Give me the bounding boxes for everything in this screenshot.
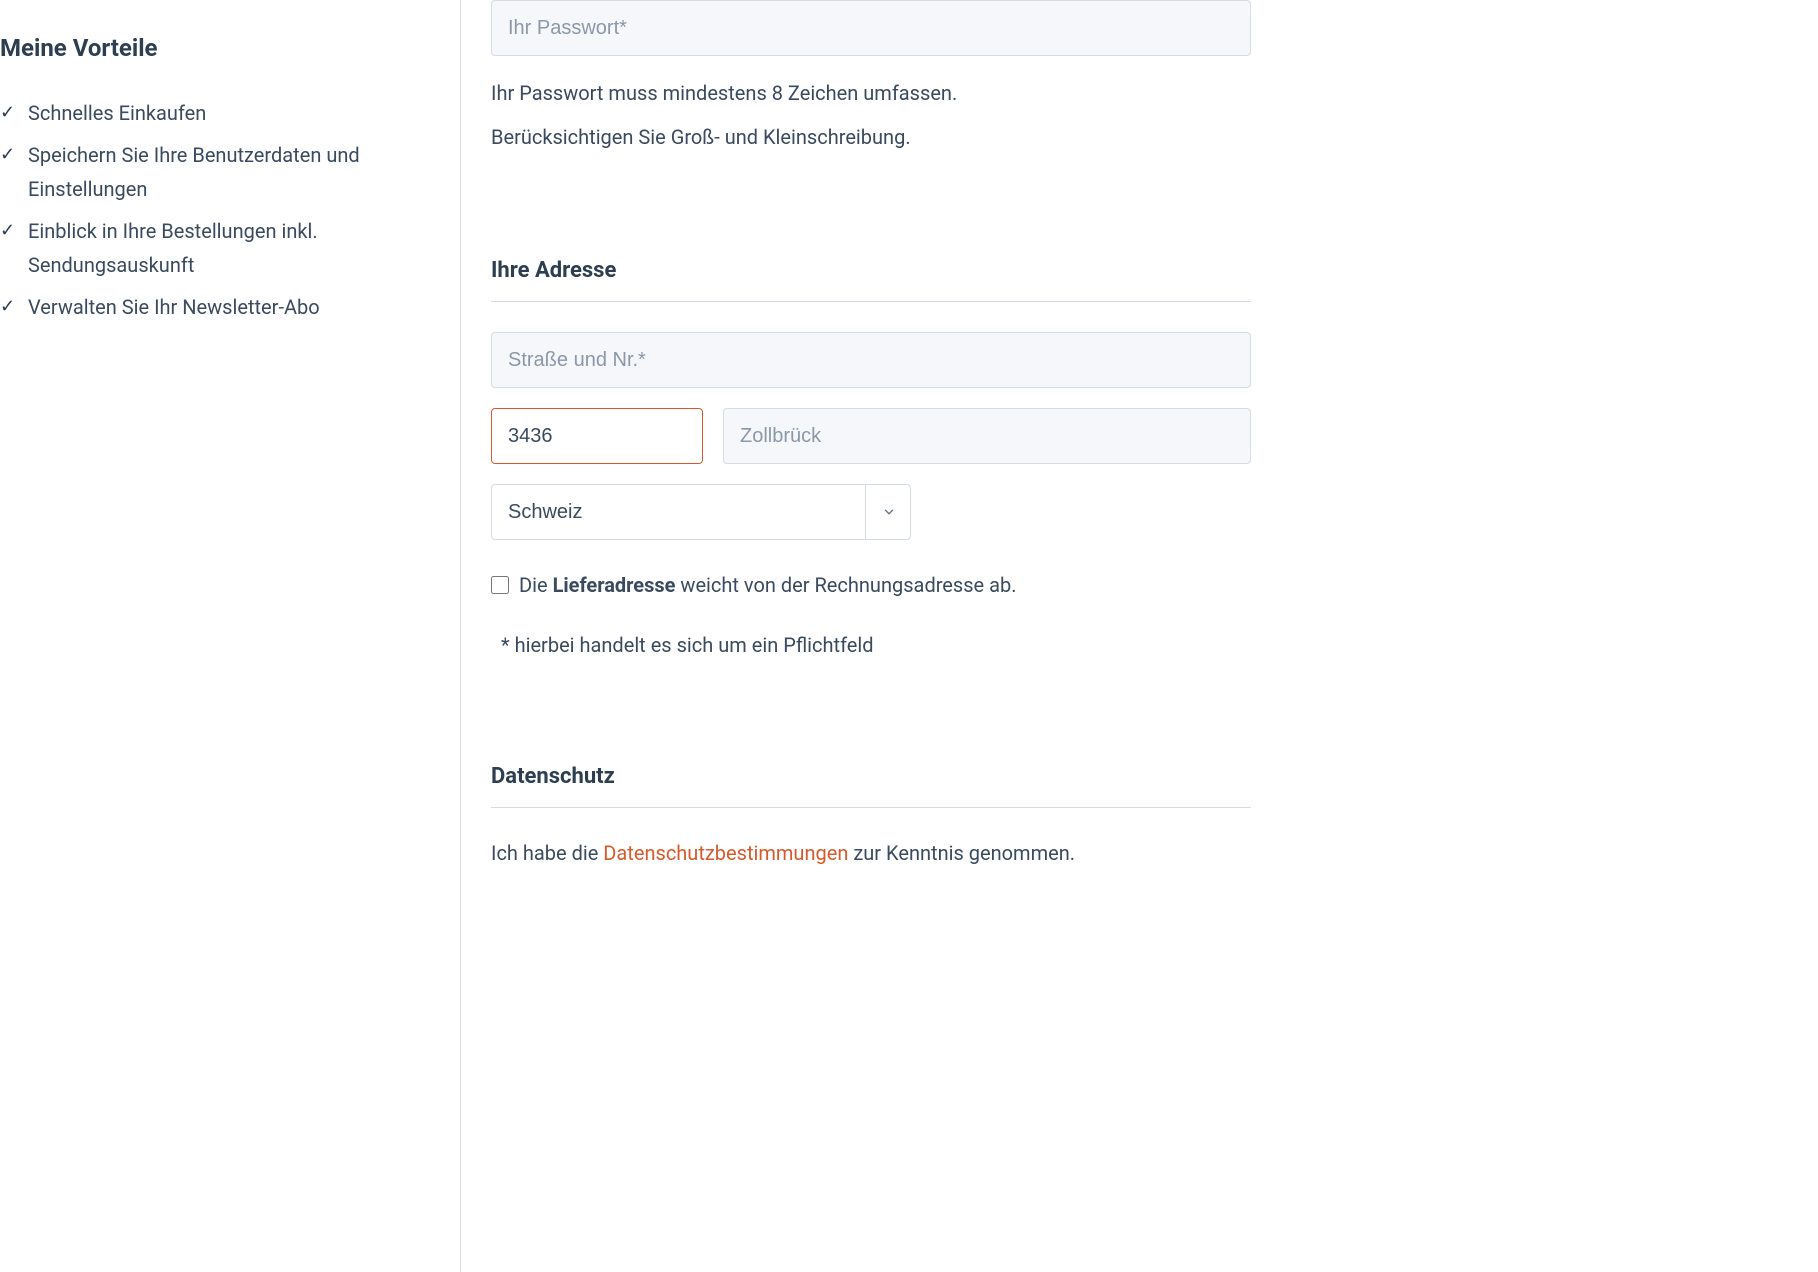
password-help-line: Berücksichtigen Sie Groß- und Kleinschre… <box>491 120 1251 154</box>
shipping-different-checkbox-row[interactable]: Die Lieferadresse weicht von der Rechnun… <box>491 570 1251 600</box>
check-icon: ✓ <box>0 292 15 323</box>
address-heading: Ihre Adresse <box>491 254 1251 287</box>
street-input[interactable] <box>491 332 1251 388</box>
city-input[interactable] <box>723 408 1251 464</box>
check-icon: ✓ <box>0 140 15 171</box>
check-icon: ✓ <box>0 216 15 247</box>
section-divider <box>491 301 1251 302</box>
section-divider <box>491 807 1251 808</box>
benefit-item: ✓ Verwalten Sie Ihr Newsletter-Abo <box>0 290 440 324</box>
privacy-heading: Datenschutz <box>491 760 1251 793</box>
benefit-text: Einblick in Ihre Bestellungen inkl. Send… <box>28 219 318 277</box>
zip-input[interactable] <box>491 408 703 464</box>
privacy-consent-text: Ich habe die Datenschutzbestimmungen zur… <box>491 838 1251 868</box>
privacy-policy-link[interactable]: Datenschutzbestimmungen <box>603 841 848 865</box>
country-select-wrap: Schweiz <box>491 484 911 540</box>
benefit-text: Speichern Sie Ihre Benutzerdaten und Ein… <box>28 143 360 201</box>
benefits-sidebar: Meine Vorteile ✓ Schnelles Einkaufen ✓ S… <box>0 0 460 1272</box>
benefit-item: ✓ Einblick in Ihre Bestellungen inkl. Se… <box>0 214 440 282</box>
check-icon: ✓ <box>0 98 15 129</box>
password-help-line: Ihr Passwort muss mindestens 8 Zeichen u… <box>491 76 1251 110</box>
checkbox-label: Die Lieferadresse weicht von der Rechnun… <box>519 570 1017 600</box>
country-select[interactable]: Schweiz <box>491 484 911 540</box>
sidebar-title: Meine Vorteile <box>0 30 440 66</box>
benefits-list: ✓ Schnelles Einkaufen ✓ Speichern Sie Ih… <box>0 96 440 324</box>
benefit-text: Verwalten Sie Ihr Newsletter-Abo <box>28 295 320 319</box>
registration-form: Ihr Passwort muss mindestens 8 Zeichen u… <box>461 0 1281 1272</box>
benefit-item: ✓ Speichern Sie Ihre Benutzerdaten und E… <box>0 138 440 206</box>
benefit-text: Schnelles Einkaufen <box>28 101 206 125</box>
benefit-item: ✓ Schnelles Einkaufen <box>0 96 440 130</box>
password-input[interactable] <box>491 0 1251 56</box>
required-field-note: * hierbei handelt es sich um ein Pflicht… <box>491 630 1251 660</box>
shipping-different-checkbox[interactable] <box>491 576 509 594</box>
